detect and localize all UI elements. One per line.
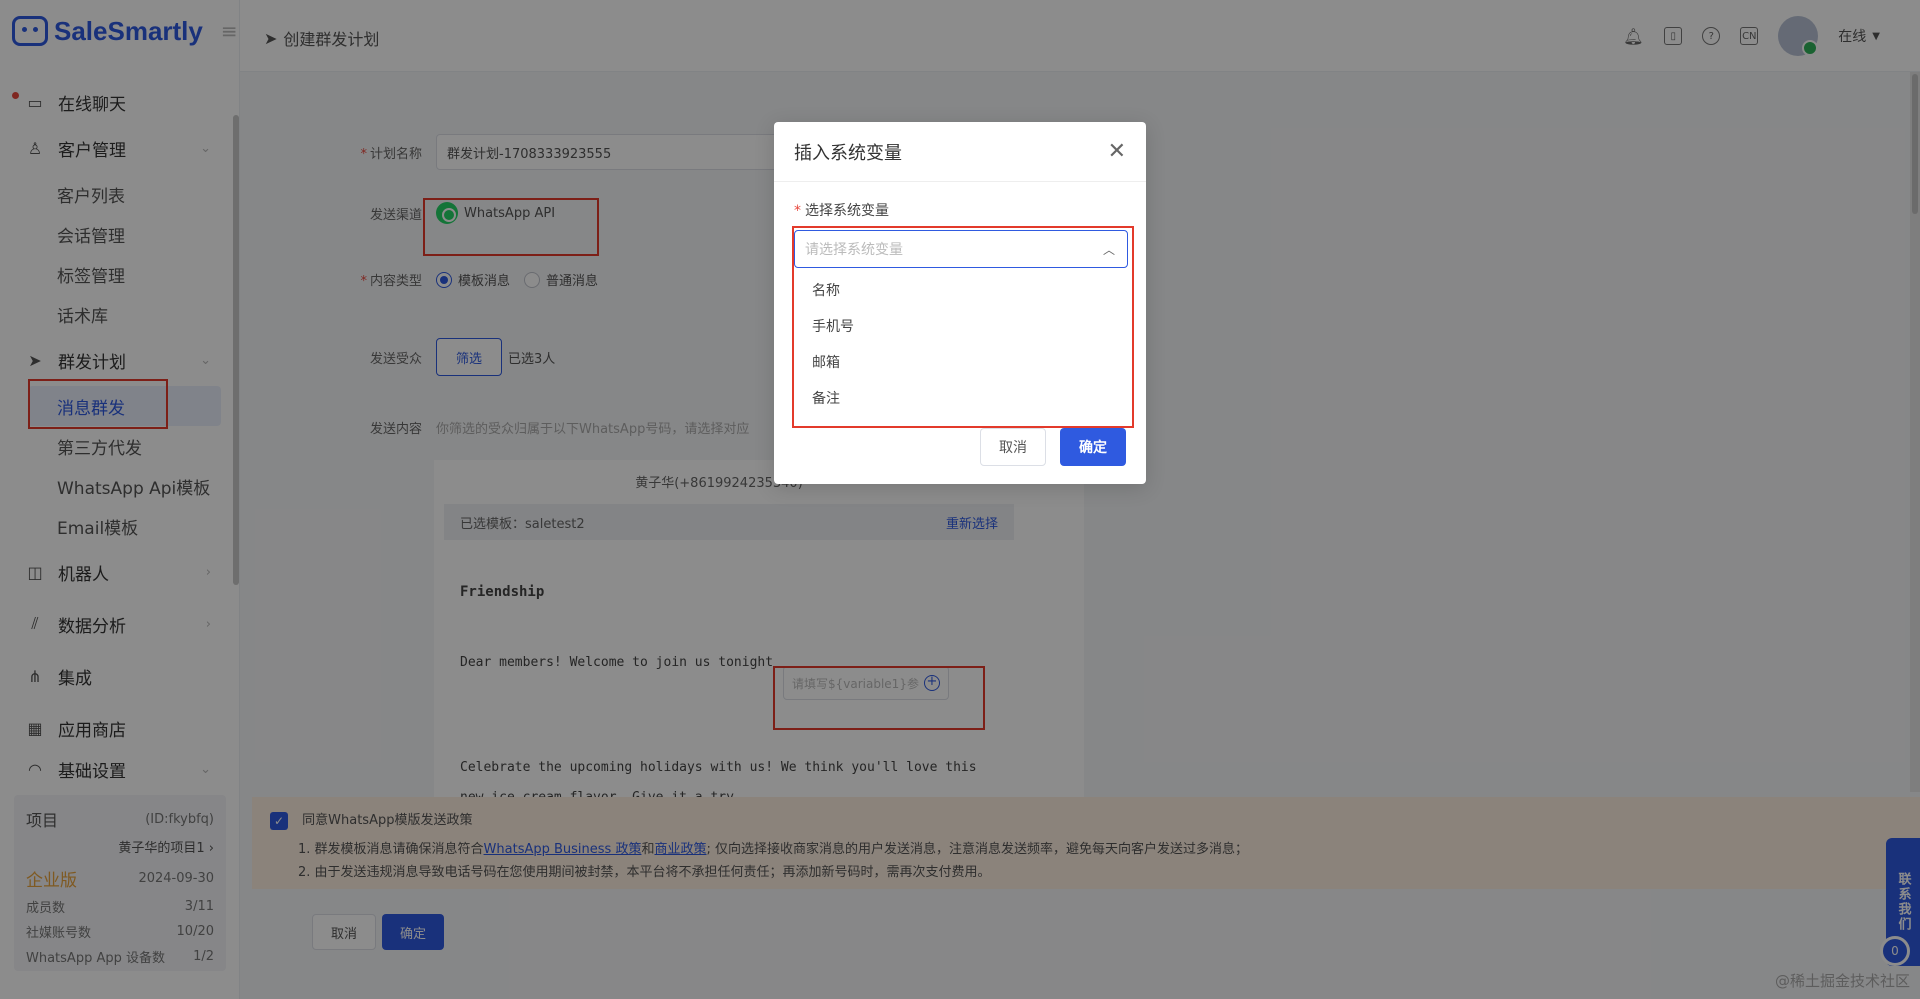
modal-cancel-button[interactable]: 取消 (980, 428, 1046, 466)
select-placeholder: 请选择系统变量 (805, 242, 903, 258)
insert-variable-modal: 插入系统变量 ✕ * 选择系统变量 请选择系统变量 ︿ 名称 手机号 邮箱 备注 … (774, 122, 1146, 484)
chevron-up-icon: ︿ (1102, 243, 1115, 257)
close-icon[interactable]: ✕ (1108, 139, 1126, 164)
variable-field-label: * 选择系统变量 (794, 203, 889, 219)
dropdown-option-note[interactable]: 备注 (794, 380, 1128, 416)
variable-select[interactable]: 请选择系统变量 ︿ (794, 230, 1128, 268)
dropdown-option-name[interactable]: 名称 (794, 272, 1128, 308)
modal-confirm-button[interactable]: 确定 (1060, 428, 1126, 466)
dropdown-option-email[interactable]: 邮箱 (794, 344, 1128, 380)
variable-dropdown: 名称 手机号 邮箱 备注 (794, 272, 1128, 426)
modal-title: 插入系统变量 (794, 142, 902, 164)
modal-footer: 取消 确定 (980, 428, 1126, 466)
dropdown-option-phone[interactable]: 手机号 (794, 308, 1128, 344)
modal-header: 插入系统变量 ✕ (774, 122, 1146, 182)
